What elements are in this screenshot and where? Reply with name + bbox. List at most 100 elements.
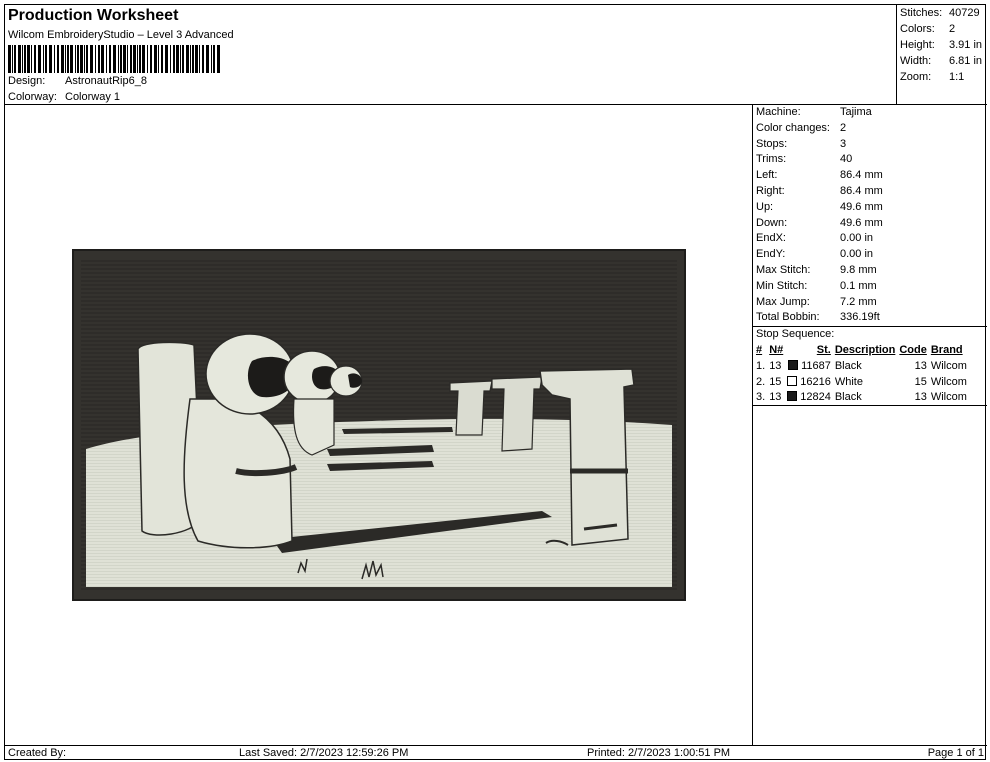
barcode-bar bbox=[65, 45, 66, 73]
detail-row: Max Jump: 7.2 mm bbox=[753, 295, 987, 311]
stop-description-text: White bbox=[834, 375, 863, 388]
width-value: 6.81 in bbox=[949, 55, 983, 67]
barcode-bar bbox=[31, 45, 32, 73]
barcode-bar bbox=[54, 45, 55, 73]
barcode-bar bbox=[98, 45, 100, 73]
barcode-bar bbox=[137, 45, 138, 73]
height-value: 3.91 in bbox=[949, 39, 983, 51]
barcode-bar bbox=[206, 45, 209, 73]
stop-description: Black bbox=[833, 358, 898, 374]
barcode-bar bbox=[170, 45, 171, 73]
page-number: Page 1 of 1 bbox=[927, 747, 984, 759]
detail-value: 0.00 in bbox=[840, 232, 874, 245]
barcode-bar bbox=[8, 45, 11, 73]
barcode-bar bbox=[14, 45, 16, 73]
worksheet-page: Production Worksheet Wilcom EmbroiderySt… bbox=[4, 4, 987, 760]
stop-index: 2. bbox=[754, 374, 767, 390]
detail-row: Left: 86.4 mm bbox=[753, 168, 987, 184]
detail-label: Total Bobbin: bbox=[756, 311, 820, 324]
colors-row: Colors: 2 bbox=[900, 23, 955, 35]
barcode-bar bbox=[90, 45, 93, 73]
barcode-bar bbox=[192, 45, 194, 73]
stop-needle: 15 bbox=[767, 374, 785, 390]
barcode-bar bbox=[24, 45, 26, 73]
detail-row: EndY: 0.00 in bbox=[753, 247, 987, 263]
stop-stitches-text: 11687 bbox=[801, 359, 831, 372]
barcode-bar bbox=[120, 45, 122, 73]
summary-box: Stitches: 40729 Colors: 2 Height: 3.91 in W… bbox=[896, 5, 987, 105]
detail-value: 0.1 mm bbox=[840, 279, 877, 292]
barcode-bar bbox=[142, 45, 145, 73]
barcode-bar bbox=[154, 45, 157, 73]
page-title: Production Worksheet bbox=[8, 7, 179, 24]
barcode-bar bbox=[101, 45, 104, 73]
color-swatch bbox=[788, 359, 799, 370]
stop-sequence-title: Stop Sequence: bbox=[753, 326, 987, 342]
colorway-value: Colorway 1 bbox=[65, 91, 121, 103]
stop-stitches-text: 16216 bbox=[800, 375, 831, 388]
stop-sequence-table: # N# St. Description Code Brand 1. 13 1168… bbox=[754, 342, 969, 405]
col-description: Description bbox=[834, 344, 896, 357]
detail-value: 49.6 mm bbox=[840, 216, 883, 229]
detail-value: 86.4 mm bbox=[840, 169, 883, 182]
stop-brand-text: Wilcom bbox=[930, 391, 967, 404]
detail-value: 49.6 mm bbox=[840, 200, 883, 213]
stop-sequence-header: # N# St. Description Code Brand bbox=[754, 342, 969, 358]
barcode-bar bbox=[176, 45, 179, 73]
stop-index-text: 2. bbox=[756, 375, 766, 388]
barcode-bar bbox=[22, 45, 23, 73]
design-value: AstronautRip6_8 bbox=[65, 75, 147, 87]
detail-row: Down: 49.6 mm bbox=[753, 216, 987, 232]
detail-label: Max Jump: bbox=[756, 295, 810, 308]
detail-label: Min Stitch: bbox=[756, 279, 808, 292]
stop-row: 2. 15 16216 White 15 Wilcom bbox=[754, 374, 969, 390]
stop-code-text: 15 bbox=[914, 375, 927, 388]
stop-stitches: 16216 bbox=[785, 374, 833, 390]
stop-description: Black bbox=[833, 390, 898, 406]
stop-brand: Wilcom bbox=[929, 374, 969, 390]
printed-date: Printed: 2/7/2023 1:00:51 PM bbox=[587, 747, 731, 759]
created-by: Created By: bbox=[8, 747, 67, 759]
stop-code-text: 13 bbox=[914, 391, 927, 404]
detail-value: 7.2 mm bbox=[840, 295, 877, 308]
barcode-bar bbox=[182, 45, 184, 73]
detail-row: Machine: Tajima bbox=[753, 105, 987, 121]
barcode-bar bbox=[86, 45, 88, 73]
stop-stitches: 11687 bbox=[785, 358, 833, 374]
detail-row: Max Stitch: 9.8 mm bbox=[753, 263, 987, 279]
stop-brand-text: Wilcom bbox=[930, 359, 967, 372]
barcode-bar bbox=[139, 45, 141, 73]
detail-row: Stops: 3 bbox=[753, 137, 987, 153]
detail-value: 9.8 mm bbox=[840, 263, 877, 276]
barcode-bar bbox=[57, 45, 59, 73]
stop-needle-text: 13 bbox=[769, 359, 782, 372]
barcode-bar bbox=[161, 45, 163, 73]
zoom-row: Zoom: 1:1 bbox=[900, 71, 964, 83]
barcode-bar bbox=[195, 45, 198, 73]
detail-value: 0.00 in bbox=[840, 248, 874, 261]
detail-value: 336.19ft bbox=[840, 311, 880, 324]
barcode-bar bbox=[80, 45, 83, 73]
barcode-bar bbox=[150, 45, 152, 73]
barcode-bar bbox=[49, 45, 52, 73]
barcode-bar bbox=[217, 45, 220, 73]
detail-label: Machine: bbox=[756, 106, 801, 118]
barcode-bar bbox=[18, 45, 21, 73]
stop-row: 3. 13 12824 Black 13 Wilcom bbox=[754, 390, 969, 406]
design-row: Design: AstronautRip6_8 bbox=[8, 75, 147, 87]
barcode-bar bbox=[106, 45, 107, 73]
barcode-bar bbox=[173, 45, 175, 73]
stop-code-text: 13 bbox=[914, 359, 927, 372]
barcode-bar bbox=[127, 45, 128, 73]
detail-row: Trims: 40 bbox=[753, 152, 987, 168]
stop-code: 13 bbox=[897, 358, 929, 374]
detail-row: Min Stitch: 0.1 mm bbox=[753, 279, 987, 295]
barcode-bar bbox=[113, 45, 116, 73]
barcode-bar bbox=[158, 45, 159, 73]
stitches-value: 40729 bbox=[949, 7, 980, 19]
detail-label: Left: bbox=[756, 169, 778, 182]
stop-brand: Wilcom bbox=[929, 358, 969, 374]
stop-brand: Wilcom bbox=[929, 390, 969, 406]
stop-index-text: 3. bbox=[756, 391, 766, 404]
barcode-bar bbox=[186, 45, 189, 73]
